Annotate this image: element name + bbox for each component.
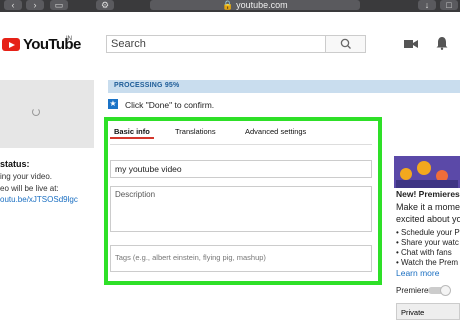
premieres-illustration (394, 156, 460, 188)
country-code: IN (66, 36, 72, 42)
tab-advanced-settings[interactable]: Advanced settings (245, 127, 306, 136)
video-thumbnail (0, 80, 94, 148)
premieres-line2: excited about you (396, 214, 460, 224)
learn-more-link[interactable]: Learn more (396, 268, 439, 278)
confirm-message: Click "Done" to confirm. (125, 100, 215, 110)
toggle-knob[interactable] (440, 285, 451, 296)
active-tab-indicator (110, 137, 154, 139)
live-at-label: eo will be live at: (0, 184, 59, 193)
title-input[interactable]: my youtube video (110, 160, 372, 178)
description-textarea[interactable]: Description (110, 186, 372, 232)
back-icon[interactable]: ‹ (4, 0, 22, 10)
tab-translations[interactable]: Translations (175, 127, 216, 136)
sidebar-icon[interactable]: ▭ (50, 0, 68, 10)
forward-icon[interactable]: › (26, 0, 44, 10)
star-icon: ★ (108, 99, 118, 109)
youtube-logo-text[interactable]: YouTube (23, 36, 81, 53)
premieres-line1: Make it a moment (396, 202, 460, 212)
premieres-title: New! Premieres (396, 189, 460, 199)
video-link[interactable]: outu.be/xJTSOSd9lgc (0, 195, 78, 204)
tab-divider (110, 144, 372, 145)
search-input[interactable]: Search (106, 35, 326, 53)
tab-basic-info[interactable]: Basic info (114, 127, 150, 136)
premieres-bullet: • Chat with fans (396, 248, 452, 257)
video-camera-icon[interactable] (404, 38, 418, 50)
extension-icon[interactable]: ⚙ (96, 0, 114, 10)
premieres-bullet: • Watch the Prem (396, 258, 459, 267)
youtube-logo-icon[interactable] (2, 38, 20, 51)
address-bar[interactable]: 🔒 youtube.com (150, 0, 360, 10)
status-heading: status: (0, 159, 30, 169)
premieres-bullet: • Share your watc (396, 238, 459, 247)
bell-icon[interactable] (436, 36, 448, 50)
download-icon[interactable]: ↓ (418, 0, 436, 10)
premiere-toggle-label: Premiere (396, 286, 429, 295)
premieres-bullet: • Schedule your P (396, 228, 460, 237)
share-icon[interactable]: □ (440, 0, 458, 10)
privacy-select[interactable]: Private (396, 303, 460, 320)
url-text: youtube.com (236, 0, 288, 10)
status-line: ing your video. (0, 172, 53, 181)
search-icon (340, 38, 351, 49)
search-button[interactable] (326, 35, 366, 53)
lock-icon: 🔒 (222, 0, 234, 10)
processing-label: PROCESSING 95% (114, 82, 180, 89)
tags-input[interactable]: Tags (e.g., albert einstein, flying pig,… (110, 245, 372, 272)
loading-spinner-icon (32, 108, 40, 116)
